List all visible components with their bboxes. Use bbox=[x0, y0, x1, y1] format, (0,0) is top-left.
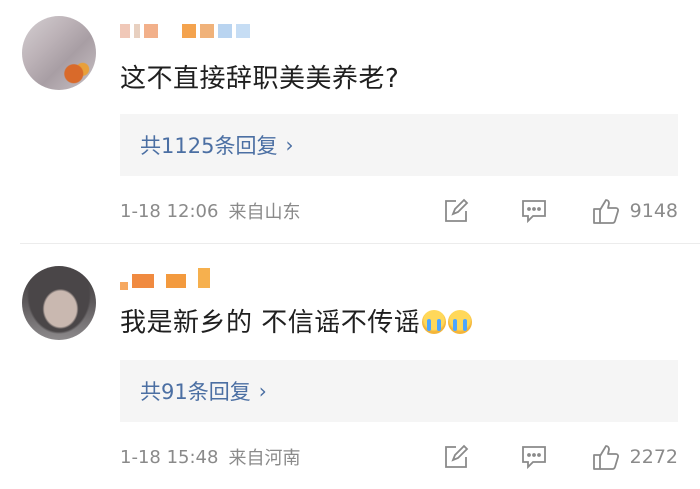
comment-text-body: 这不直接辞职美美养老? bbox=[120, 64, 400, 94]
chevron-right-icon: › bbox=[285, 133, 294, 157]
comment-item: 我是新乡的 不信谣不传谣 共91条回复 › 1-18 15:48 来自河南 22… bbox=[0, 244, 700, 489]
username-pixel bbox=[200, 24, 214, 38]
username-pixel bbox=[166, 274, 186, 288]
crying-emoji-icon bbox=[422, 310, 447, 334]
username-pixel bbox=[120, 24, 130, 38]
comment-actions: 9148 bbox=[440, 196, 678, 226]
chevron-right-icon: › bbox=[258, 379, 267, 403]
username[interactable] bbox=[120, 18, 250, 44]
comment-time: 1-18 12:06 bbox=[120, 200, 219, 222]
edit-icon[interactable] bbox=[440, 442, 472, 472]
comment-text-body: 我是新乡的 不信谣不传谣 bbox=[120, 308, 421, 338]
username-pixel bbox=[190, 274, 194, 288]
view-replies-link[interactable]: 共91条回复 › bbox=[140, 376, 267, 406]
comment-text: 我是新乡的 不信谣不传谣 bbox=[120, 306, 473, 340]
username-pixel bbox=[218, 24, 232, 38]
comment-location: 来自山东 bbox=[228, 202, 301, 223]
comment-item: 这不直接辞职美美养老? 共1125条回复 › 1-18 12:06 来自山东 9… bbox=[0, 0, 700, 243]
comment-icon[interactable] bbox=[518, 196, 550, 226]
avatar[interactable] bbox=[22, 16, 96, 90]
username-pixel bbox=[132, 274, 154, 288]
username-pixel bbox=[236, 24, 250, 38]
avatar[interactable] bbox=[22, 266, 96, 340]
reply-thread-box[interactable]: 共1125条回复 › bbox=[120, 114, 678, 176]
username-pixel bbox=[182, 24, 196, 38]
username-pixel bbox=[198, 268, 210, 288]
username-pixel bbox=[144, 24, 158, 38]
crying-emoji-icon bbox=[448, 310, 473, 334]
view-replies-link[interactable]: 共1125条回复 › bbox=[140, 130, 293, 160]
username-pixel bbox=[120, 282, 128, 290]
like-count: 2272 bbox=[629, 446, 678, 468]
comment-time: 1-18 15:48 bbox=[120, 446, 219, 468]
thumbs-up-icon[interactable] bbox=[590, 442, 622, 472]
comment-icon[interactable] bbox=[518, 442, 550, 472]
comment-meta: 1-18 12:06 来自山东 9148 bbox=[120, 196, 678, 226]
comment-location: 来自河南 bbox=[228, 448, 301, 469]
thumbs-up-icon[interactable] bbox=[590, 196, 622, 226]
reply-count-label: 共91条回复 bbox=[140, 380, 251, 404]
username-pixel bbox=[134, 24, 140, 38]
like-count: 9148 bbox=[629, 200, 678, 222]
reply-thread-box[interactable]: 共91条回复 › bbox=[120, 360, 678, 422]
username[interactable] bbox=[120, 268, 210, 294]
comment-meta: 1-18 15:48 来自河南 2272 bbox=[120, 442, 678, 472]
edit-icon[interactable] bbox=[440, 196, 472, 226]
comment-actions: 2272 bbox=[440, 442, 678, 472]
comment-text: 这不直接辞职美美养老? bbox=[120, 62, 399, 96]
reply-count-label: 共1125条回复 bbox=[140, 134, 278, 158]
username-pixel bbox=[158, 274, 162, 288]
